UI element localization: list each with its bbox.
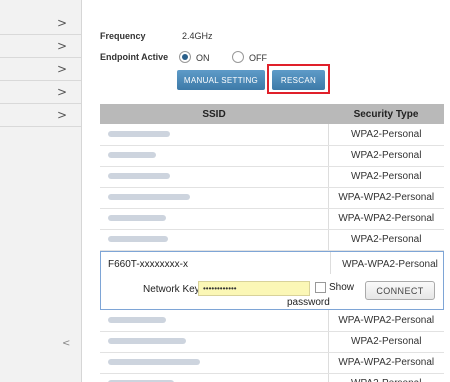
- security-type-cell: WPA-WPA2-Personal: [328, 352, 444, 374]
- wifi-table-continued: WPA-WPA2-Personal WPA2-Personal WPA-WPA2…: [100, 310, 444, 382]
- connect-button[interactable]: CONNECT: [365, 281, 435, 300]
- ssid-header: SSID: [100, 104, 328, 124]
- frequency-label: Frequency: [100, 31, 146, 41]
- main-panel: Frequency 2.4GHz Endpoint Active ON OFF …: [82, 0, 450, 382]
- security-type-cell: WPA2-Personal: [328, 229, 444, 251]
- endpoint-off-radio[interactable]: [232, 51, 244, 63]
- selected-network-row[interactable]: F660T-xxxxxxxx-x WPA-WPA2-Personal Netwo…: [100, 251, 444, 310]
- endpoint-active-label: Endpoint Active: [100, 52, 169, 62]
- table-row[interactable]: WPA-WPA2-Personal: [100, 310, 444, 332]
- sidebar-item-1[interactable]: >: [0, 12, 81, 35]
- manual-setting-button[interactable]: MANUAL SETTING: [177, 70, 265, 90]
- security-type-cell: WPA-WPA2-Personal: [328, 208, 444, 230]
- frequency-value: 2.4GHz: [182, 31, 213, 41]
- security-type-cell: WPA-WPA2-Personal: [328, 310, 444, 332]
- blurred-ssid: [108, 236, 168, 242]
- table-row[interactable]: WPA-WPA2-Personal: [100, 187, 444, 209]
- security-type-header: Security Type: [328, 104, 444, 124]
- table-row[interactable]: WPA2-Personal: [100, 124, 444, 146]
- security-type-cell: WPA2-Personal: [328, 145, 444, 167]
- network-key-input[interactable]: ••••••••••••: [198, 281, 310, 296]
- security-type-cell: WPA2-Personal: [328, 373, 444, 382]
- security-type-cell: WPA2-Personal: [328, 331, 444, 353]
- password-label: password: [287, 297, 330, 308]
- sidebar-item-5[interactable]: >: [0, 104, 81, 127]
- blurred-ssid: [108, 215, 166, 221]
- table-row[interactable]: WPA2-Personal: [100, 373, 444, 382]
- sidebar-item-2[interactable]: >: [0, 35, 81, 58]
- network-key-label: Network Key:: [143, 284, 203, 295]
- endpoint-on-label: ON: [196, 53, 210, 63]
- sidebar: > > > > > <: [0, 0, 82, 382]
- blurred-ssid: [108, 316, 166, 323]
- blurred-ssid: [108, 338, 186, 344]
- endpoint-on-radio[interactable]: [179, 51, 191, 63]
- table-row[interactable]: WPA-WPA2-Personal: [100, 352, 444, 374]
- table-row[interactable]: WPA2-Personal: [100, 331, 444, 353]
- sidebar-item-3[interactable]: >: [0, 58, 81, 81]
- chevron-right-icon: >: [56, 62, 67, 76]
- chevron-right-icon: >: [56, 108, 67, 122]
- selected-security-type: WPA-WPA2-Personal: [342, 259, 438, 270]
- table-row[interactable]: WPA-WPA2-Personal: [100, 208, 444, 230]
- security-type-cell: WPA-WPA2-Personal: [328, 187, 444, 209]
- blurred-ssid: [108, 194, 190, 200]
- chevron-right-icon: >: [56, 85, 67, 99]
- endpoint-off-label: OFF: [249, 53, 267, 63]
- blurred-ssid: [108, 130, 170, 137]
- table-row[interactable]: WPA2-Personal: [100, 166, 444, 188]
- selected-ssid: F660T-xxxxxxxx-x: [108, 259, 189, 270]
- blurred-ssid: [108, 173, 170, 179]
- blurred-ssid: [108, 152, 156, 158]
- show-label: Show: [329, 282, 355, 293]
- table-row[interactable]: WPA2-Personal: [100, 229, 444, 251]
- wifi-table: SSID Security Type WPA2-Personal WPA2-Pe…: [100, 104, 444, 251]
- collapse-sidebar-icon[interactable]: <: [62, 338, 70, 349]
- chevron-right-icon: >: [56, 39, 67, 53]
- security-type-cell: WPA2-Personal: [328, 166, 444, 188]
- table-row[interactable]: WPA2-Personal: [100, 145, 444, 167]
- security-type-cell: WPA2-Personal: [328, 124, 444, 146]
- blurred-ssid: [108, 359, 200, 365]
- show-password-checkbox[interactable]: [315, 282, 326, 293]
- sidebar-item-4[interactable]: >: [0, 81, 81, 104]
- chevron-right-icon: >: [56, 16, 67, 30]
- column-divider: [330, 252, 331, 274]
- rescan-button[interactable]: RESCAN: [272, 70, 325, 90]
